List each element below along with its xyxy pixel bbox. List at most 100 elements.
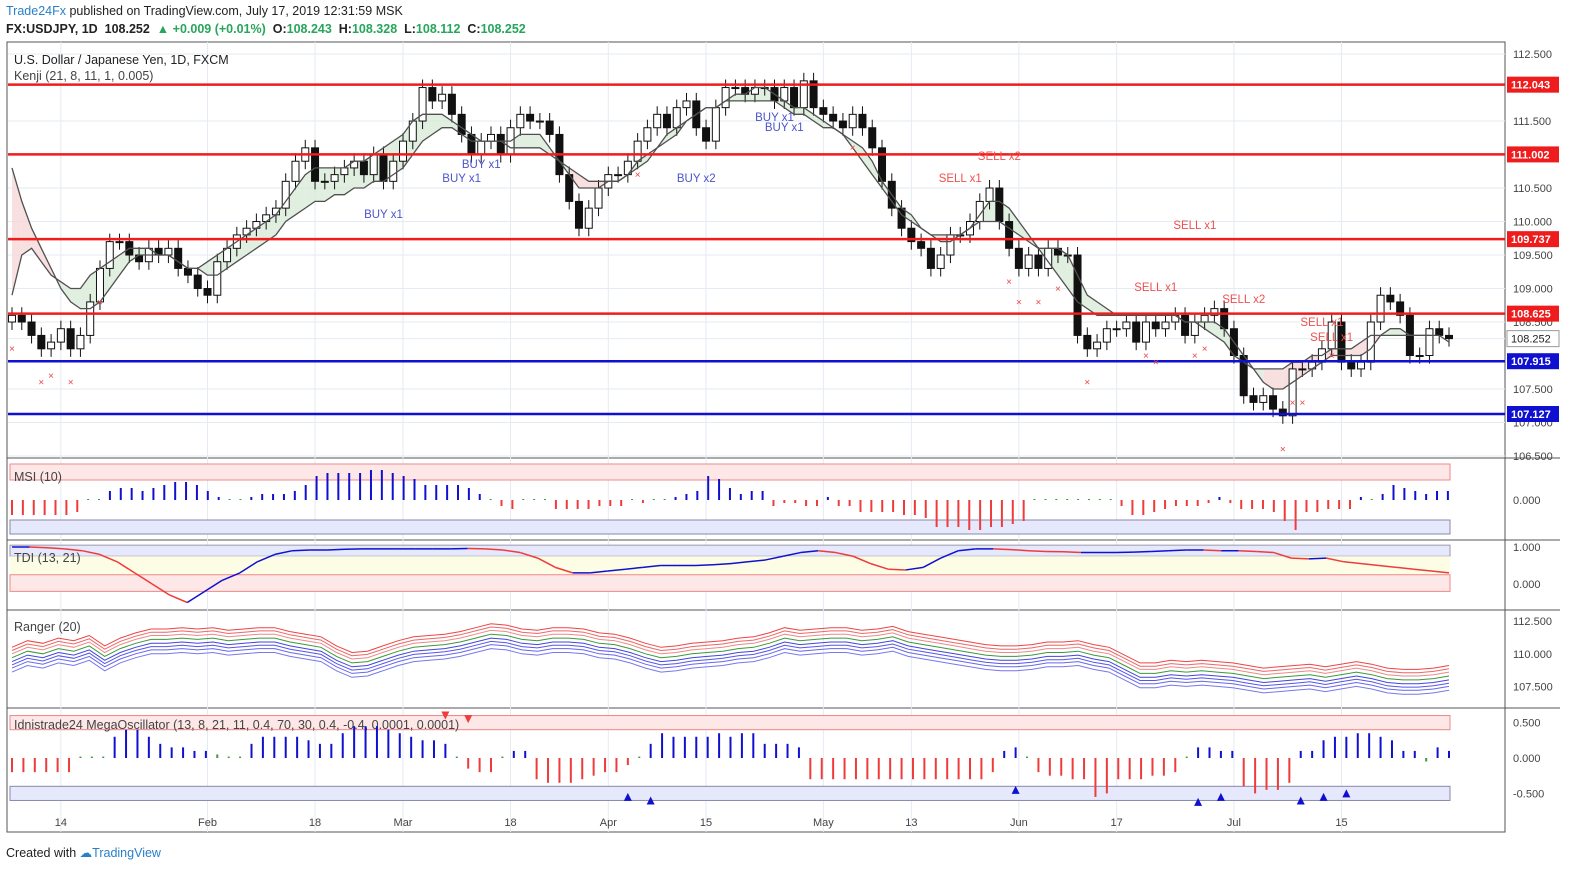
kenji-cloud [794, 107, 804, 115]
y-tick-label: 106.500 [1513, 451, 1553, 463]
candle-body [203, 288, 212, 296]
sell-signal-label: SELL x2 [978, 151, 1021, 163]
candle-body [496, 133, 505, 156]
candle-body [1034, 254, 1043, 269]
candle-body [1269, 395, 1278, 410]
candle-body [1200, 314, 1209, 323]
msi-y-tick: 0.000 [1513, 495, 1541, 507]
exit-marker: × [1299, 398, 1305, 409]
candle-body [56, 328, 65, 343]
candle-body [1083, 334, 1092, 350]
candle-body [1445, 334, 1453, 340]
x-tick-label: 15 [1335, 817, 1347, 829]
exit-marker: × [38, 378, 44, 389]
tdi-line-segment [169, 594, 188, 604]
candle-body [1102, 328, 1111, 343]
kenji-cloud [813, 114, 824, 128]
tdi-line-segment [327, 548, 345, 551]
ranger-y-tick: 107.500 [1513, 681, 1553, 693]
kenji-cloud [803, 107, 814, 122]
x-tick-label: Jun [1010, 817, 1028, 829]
tdi-line-segment [695, 564, 714, 567]
candle-body [1112, 328, 1121, 331]
candle-body [311, 147, 320, 182]
osc-y-tick: -0.500 [1513, 788, 1544, 800]
tradingview-logo-text[interactable]: TradingView [92, 846, 161, 860]
exit-marker: × [48, 371, 54, 382]
candle-body [213, 261, 222, 296]
sell-signal-label: SELL x1 [1300, 317, 1343, 329]
sell-signal-label: SELL x2 [1222, 294, 1265, 306]
candle-body [1259, 395, 1268, 403]
candle-body [1288, 368, 1297, 417]
candle-body [467, 133, 476, 156]
tdi-mid-zone [10, 556, 1450, 575]
exit-marker: × [1192, 351, 1198, 362]
msi-lower-zone [9, 519, 1451, 535]
candle-body [1366, 321, 1375, 363]
msi-title: MSI (10) [14, 470, 62, 484]
candle-body [838, 120, 847, 129]
exit-marker: × [97, 297, 103, 308]
exit-marker: × [1055, 284, 1061, 295]
sell-signal-label: SELL x1 [1134, 282, 1177, 294]
candle-body [1220, 308, 1229, 330]
exit-marker: × [1006, 277, 1012, 288]
level-label: 107.915 [1511, 356, 1551, 368]
candle-body [1357, 361, 1366, 370]
chart-canvas[interactable]: 14 Feb 18 Mar 18 Apr 15 May 13 Jun 17 Jul 15 112.500 1… [0, 0, 1588, 881]
tdi-line-segment [1133, 550, 1152, 553]
candle-body [535, 120, 544, 123]
tdi-line-segment [993, 548, 1011, 551]
level-label: 109.737 [1511, 234, 1551, 246]
tdi-title: TDI (13, 21) [14, 551, 81, 565]
kenji-cloud [530, 134, 540, 148]
candle-body [37, 334, 46, 350]
kenji-cloud [442, 114, 452, 128]
exit-marker: × [9, 344, 15, 355]
candle-body [526, 113, 535, 122]
candle-body [574, 200, 583, 229]
candle-body [584, 207, 593, 229]
kenji-cloud [735, 94, 746, 101]
candle-body [428, 87, 437, 102]
tdi-line-segment [1063, 551, 1082, 554]
level-label: 107.127 [1511, 409, 1551, 421]
candle-body [164, 247, 173, 256]
buy-signal-label: BUY x1 [442, 173, 481, 185]
kenji-cloud [1390, 328, 1401, 336]
tdi-y-tick: 1.000 [1513, 542, 1541, 554]
candle-body [1181, 314, 1190, 336]
candle-body [594, 187, 603, 209]
candle-body [1122, 321, 1131, 330]
candle-body [66, 328, 75, 350]
sell-signal-label: SELL x1 [939, 173, 982, 185]
candle-body [1151, 321, 1160, 330]
x-tick-label: Jul [1227, 817, 1241, 829]
candle-body [1141, 321, 1150, 343]
tdi-line-segment [1028, 549, 1046, 553]
kenji-cloud [1204, 322, 1215, 336]
tdi-line-segment [1238, 549, 1257, 553]
buy-signal-label: BUY x2 [677, 173, 716, 185]
candle-body [291, 160, 300, 182]
tdi-line-segment [29, 546, 48, 549]
candle-body [1073, 254, 1082, 336]
candle-body [662, 113, 671, 129]
kenji-cloud [666, 127, 677, 142]
candle-body [27, 321, 36, 336]
ranger-y-tick: 110.000 [1513, 649, 1552, 661]
indicator-label: Kenji (21, 8, 11, 1, 0.005) [14, 69, 153, 83]
tdi-line-segment [186, 590, 206, 604]
sell-signal-label: SELL x1 [1310, 332, 1353, 344]
candle-body [614, 174, 623, 177]
candle-body [682, 100, 691, 109]
x-tick-label: Mar [394, 817, 413, 829]
msi-upper-zone [9, 463, 1451, 481]
kenji-cloud [862, 147, 873, 175]
level-label: 108.625 [1511, 309, 1551, 321]
exit-marker: × [1016, 297, 1022, 308]
candle-body [868, 127, 877, 149]
x-tick-label: 17 [1111, 817, 1123, 829]
candle-body [105, 241, 114, 269]
